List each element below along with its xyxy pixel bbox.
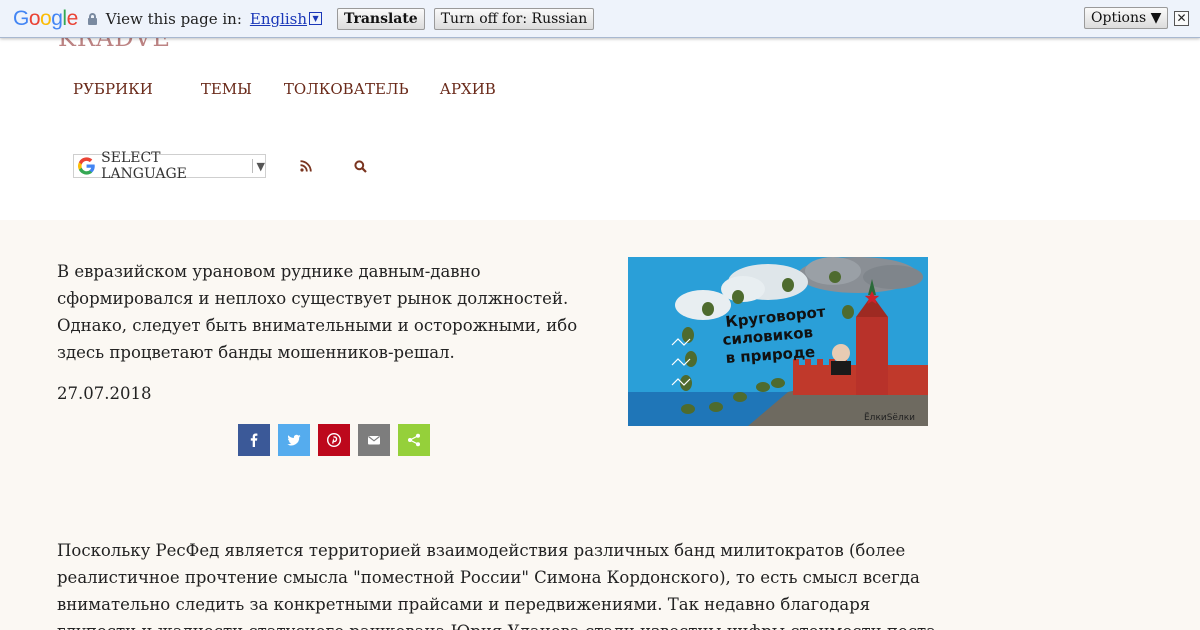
view-page-label: View this page in: bbox=[105, 9, 242, 28]
google-logo: Google bbox=[13, 7, 78, 31]
article-lead: В евразийском урановом руднике давным-да… bbox=[57, 262, 578, 362]
translate-bar: Google View this page in: English ▼ Tran… bbox=[0, 0, 1200, 38]
turn-off-translation-button[interactable]: Turn off for: Russian bbox=[433, 7, 595, 30]
cartoon-signature: ЁлкиSёлки bbox=[864, 412, 915, 423]
select-language-dropdown[interactable]: SELECT LANGUAGE ▼ bbox=[73, 150, 266, 182]
pinterest-share-button[interactable] bbox=[318, 424, 350, 456]
cartoon-illustration: Круговорот силовиков в природе ЁлкиSёлки bbox=[628, 257, 928, 426]
rss-icon[interactable] bbox=[300, 160, 312, 172]
logo-letter: o bbox=[28, 6, 41, 30]
nav-item-temy[interactable]: ТЕМЫ bbox=[201, 80, 252, 98]
nav-item-tolkovatel[interactable]: ТОЛКОВАТЕЛЬ bbox=[284, 80, 409, 98]
nav-item-rubriki[interactable]: РУБРИКИ bbox=[73, 80, 153, 98]
article-date: 27.07.2018 bbox=[57, 384, 152, 403]
article-cartoon-image[interactable]: Круговорот силовиков в природе ЁлкиSёлки bbox=[628, 257, 928, 426]
logo-letter: e bbox=[66, 6, 79, 30]
share-buttons bbox=[238, 424, 430, 456]
email-icon bbox=[368, 436, 380, 445]
sharethis-share-button[interactable] bbox=[398, 424, 430, 456]
language-dropdown-icon[interactable]: ▼ bbox=[309, 12, 323, 25]
facebook-share-button[interactable] bbox=[238, 424, 270, 456]
options-button[interactable]: Options ▼ bbox=[1084, 7, 1169, 29]
lock-icon bbox=[87, 12, 97, 25]
search-icon[interactable] bbox=[354, 160, 367, 173]
nav-item-arkhiv[interactable]: АРХИВ bbox=[440, 80, 496, 98]
logo-letter: o bbox=[40, 6, 52, 30]
email-share-button[interactable] bbox=[358, 424, 390, 456]
translate-button[interactable]: Translate bbox=[337, 7, 425, 30]
google-g-icon bbox=[78, 157, 95, 175]
close-icon[interactable]: ✕ bbox=[1174, 11, 1189, 26]
target-language-label: English bbox=[249, 9, 308, 28]
twitter-share-button[interactable] bbox=[278, 424, 310, 456]
logo-letter: g bbox=[51, 6, 63, 30]
main-nav: РУБРИКИ ТЕМЫ ТОЛКОВАТЕЛЬ АРХИВ bbox=[73, 80, 496, 98]
target-language-link[interactable]: English bbox=[250, 10, 307, 28]
facebook-icon bbox=[250, 433, 258, 447]
pinterest-icon bbox=[327, 433, 341, 447]
twitter-icon bbox=[287, 434, 301, 446]
logo-letter: G bbox=[13, 6, 29, 30]
dropdown-arrow-icon: ▼ bbox=[256, 159, 265, 173]
select-language-label: SELECT LANGUAGE bbox=[101, 150, 187, 182]
article-body: Поскольку РесФед является территорией вз… bbox=[57, 541, 936, 630]
share-icon bbox=[408, 433, 420, 447]
site-header: KRADVE РУБРИКИ ТЕМЫ ТОЛКОВАТЕЛЬ АРХИВ SE… bbox=[0, 24, 1200, 220]
select-divider bbox=[251, 159, 253, 173]
